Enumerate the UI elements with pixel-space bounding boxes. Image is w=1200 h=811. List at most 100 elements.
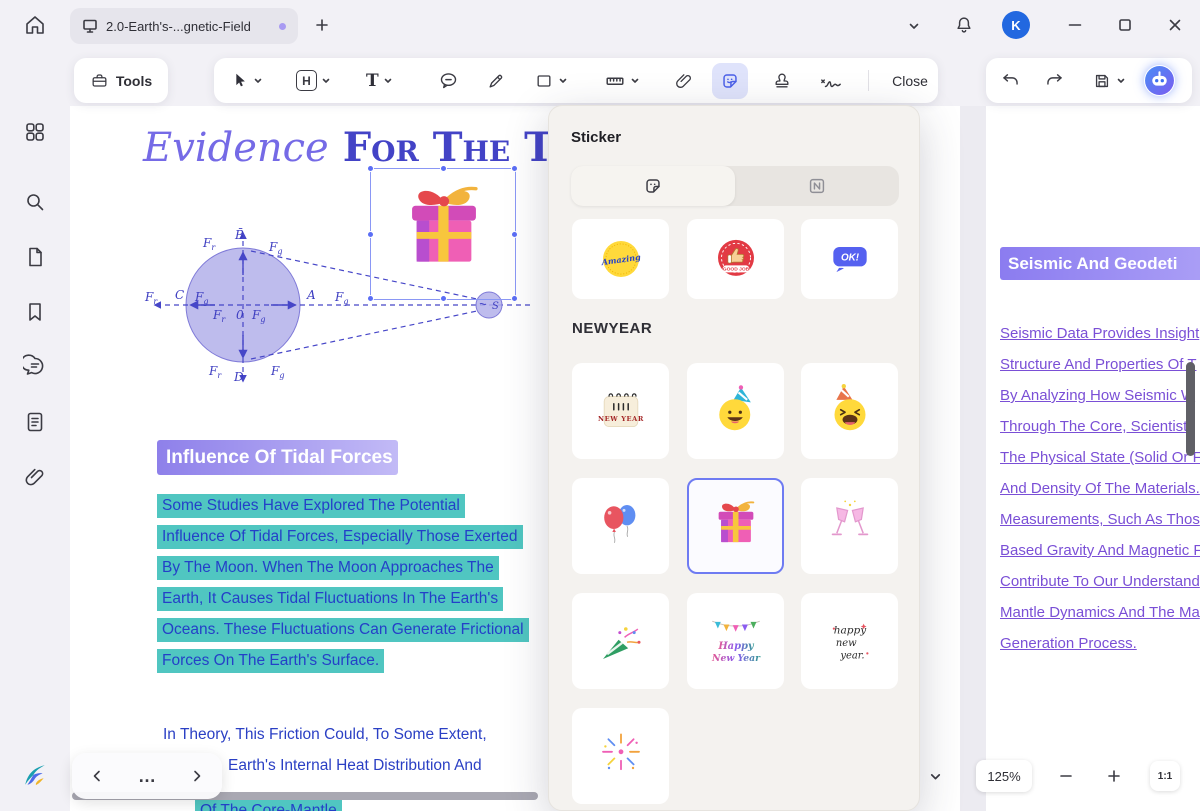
highlighted-line: Oceans. These Fluctuations Can Generate … xyxy=(157,618,529,649)
maximize-button[interactable] xyxy=(1108,12,1142,38)
undo-button[interactable] xyxy=(1000,58,1021,103)
sticker-gift-selected[interactable] xyxy=(687,478,784,574)
ruler-icon xyxy=(604,70,626,92)
shape-tool[interactable] xyxy=(534,58,568,103)
attachment-tool[interactable] xyxy=(674,58,694,103)
sticker-balloons[interactable] xyxy=(572,478,669,574)
sticker-party-smiley[interactable] xyxy=(687,363,784,459)
svg-text:0: 0 xyxy=(236,308,244,322)
doc-link[interactable]: Measurements, Such As Thos xyxy=(1000,511,1200,542)
champagne-sticker-icon xyxy=(820,496,880,556)
prev-page-button[interactable] xyxy=(80,759,114,793)
sidebar-item-search[interactable] xyxy=(17,184,53,220)
vertical-scrollbar[interactable] xyxy=(1186,362,1195,456)
home-button[interactable] xyxy=(18,11,52,39)
tools-group[interactable]: Tools xyxy=(74,58,168,103)
text-tool[interactable]: T xyxy=(366,58,393,103)
sticker-happy-new-year-script[interactable]: happy new year. xyxy=(801,593,898,689)
sidebar-item-bookmarks[interactable] xyxy=(17,294,53,330)
chevron-left-icon xyxy=(89,768,105,784)
document-tab[interactable]: 2.0-Earth's-...gnetic-Field xyxy=(70,8,298,44)
selection-handle[interactable] xyxy=(511,165,518,172)
tab-stickers[interactable] xyxy=(571,166,735,206)
svg-text:C: C xyxy=(175,288,184,302)
paperclip-icon xyxy=(674,71,694,91)
close-icon xyxy=(1167,17,1183,33)
sticker-tabs xyxy=(571,166,899,206)
doc-link[interactable]: Contribute To Our Understand xyxy=(1000,573,1200,604)
measure-tool[interactable] xyxy=(604,58,640,103)
ai-assistant-button[interactable] xyxy=(1144,65,1175,96)
app-logo[interactable] xyxy=(20,760,50,790)
highlighted-line: By The Moon. When The Moon Approaches Th… xyxy=(157,556,529,587)
selection-handle[interactable] xyxy=(511,231,518,238)
chevron-right-icon xyxy=(189,768,205,784)
close-tools-button[interactable]: Close xyxy=(884,58,936,103)
selection-handle[interactable] xyxy=(440,295,447,302)
sidebar-item-comments[interactable] xyxy=(17,348,53,384)
selection-handle[interactable] xyxy=(367,295,374,302)
sticker-tool[interactable] xyxy=(712,63,748,99)
comment-tool[interactable] xyxy=(438,58,459,103)
sticker-good-job[interactable]: GOOD JOB xyxy=(687,219,784,299)
actual-size-button[interactable]: 1:1 xyxy=(1150,761,1180,791)
signature-tool[interactable] xyxy=(818,58,844,103)
sticker-amazing[interactable]: Amazing xyxy=(572,219,669,299)
document-title-caps: For The Th xyxy=(343,124,581,171)
zoom-level-button[interactable]: 125% xyxy=(976,760,1032,792)
selection-handle[interactable] xyxy=(511,295,518,302)
doc-link[interactable]: Through The Core, Scientists xyxy=(1000,418,1200,449)
svg-text:NEW YEAR: NEW YEAR xyxy=(598,415,644,423)
minimize-button[interactable] xyxy=(1058,12,1092,38)
sidebar-item-pages[interactable] xyxy=(17,239,53,275)
avatar[interactable]: K xyxy=(1002,11,1030,39)
gift-sticker-icon xyxy=(705,495,767,557)
heading-tool[interactable]: H xyxy=(296,58,331,103)
selection-handle[interactable] xyxy=(367,165,374,172)
stamp-tool[interactable] xyxy=(772,58,792,103)
sticker-happy-new-year-banner[interactable]: Happy New Year xyxy=(687,593,784,689)
pen-tool[interactable] xyxy=(486,58,506,103)
placed-sticker-selection[interactable] xyxy=(370,168,516,300)
selection-handle[interactable] xyxy=(367,231,374,238)
doc-link[interactable]: By Analyzing How Seismic W xyxy=(1000,387,1200,418)
section-heading-text: Influence Of Tidal Forces xyxy=(166,447,393,469)
tab-notes[interactable] xyxy=(735,166,899,206)
sticker-champagne[interactable] xyxy=(801,478,898,574)
zoom-in-button[interactable] xyxy=(1102,764,1126,788)
sticker-ok[interactable]: OK! xyxy=(801,219,898,299)
redo-button[interactable] xyxy=(1044,58,1065,103)
notifications-button[interactable] xyxy=(950,11,978,39)
select-tool[interactable] xyxy=(230,58,263,103)
close-window-button[interactable] xyxy=(1158,12,1192,38)
save-button[interactable] xyxy=(1092,58,1126,103)
new-tab-button[interactable] xyxy=(312,15,332,35)
doc-link[interactable]: The Physical State (Solid Or F xyxy=(1000,449,1200,480)
selection-handle[interactable] xyxy=(440,165,447,172)
doc-link[interactable]: Generation Process. xyxy=(1000,635,1200,666)
ai-robot-icon xyxy=(1144,65,1175,96)
placed-gift-sticker[interactable] xyxy=(387,175,501,289)
next-page-button[interactable] xyxy=(180,759,214,793)
page-more-button[interactable]: … xyxy=(130,759,164,793)
doc-link[interactable]: Based Gravity And Magnetic F xyxy=(1000,542,1200,573)
sidebar-item-attachments[interactable] xyxy=(17,459,53,495)
view-options-button[interactable] xyxy=(922,763,948,789)
doc-link[interactable]: Structure And Properties Of T xyxy=(1000,356,1200,387)
doc-link[interactable]: Seismic Data Provides Insight xyxy=(1000,325,1200,356)
svg-text:A: A xyxy=(306,288,316,302)
sticker-laughing-emoji[interactable] xyxy=(801,363,898,459)
doc-link[interactable]: And Density Of The Materials. xyxy=(1000,480,1200,511)
zoom-out-button[interactable] xyxy=(1054,764,1078,788)
sticker-party-popper[interactable] xyxy=(572,593,669,689)
sidebar-item-apps[interactable] xyxy=(17,114,53,150)
sticker-fireworks[interactable] xyxy=(572,708,669,804)
zoom-level-label: 125% xyxy=(987,769,1020,784)
doc-link[interactable]: Mantle Dynamics And The Ma xyxy=(1000,604,1200,635)
sticker-newyear-calendar[interactable]: NEW YEAR xyxy=(572,363,669,459)
main-toolbar: H T xyxy=(214,58,938,103)
svg-text:OK!: OK! xyxy=(840,253,859,264)
avatar-letter: K xyxy=(1011,18,1020,33)
tab-list-button[interactable] xyxy=(902,14,926,38)
sidebar-item-thumbnails[interactable] xyxy=(17,404,53,440)
